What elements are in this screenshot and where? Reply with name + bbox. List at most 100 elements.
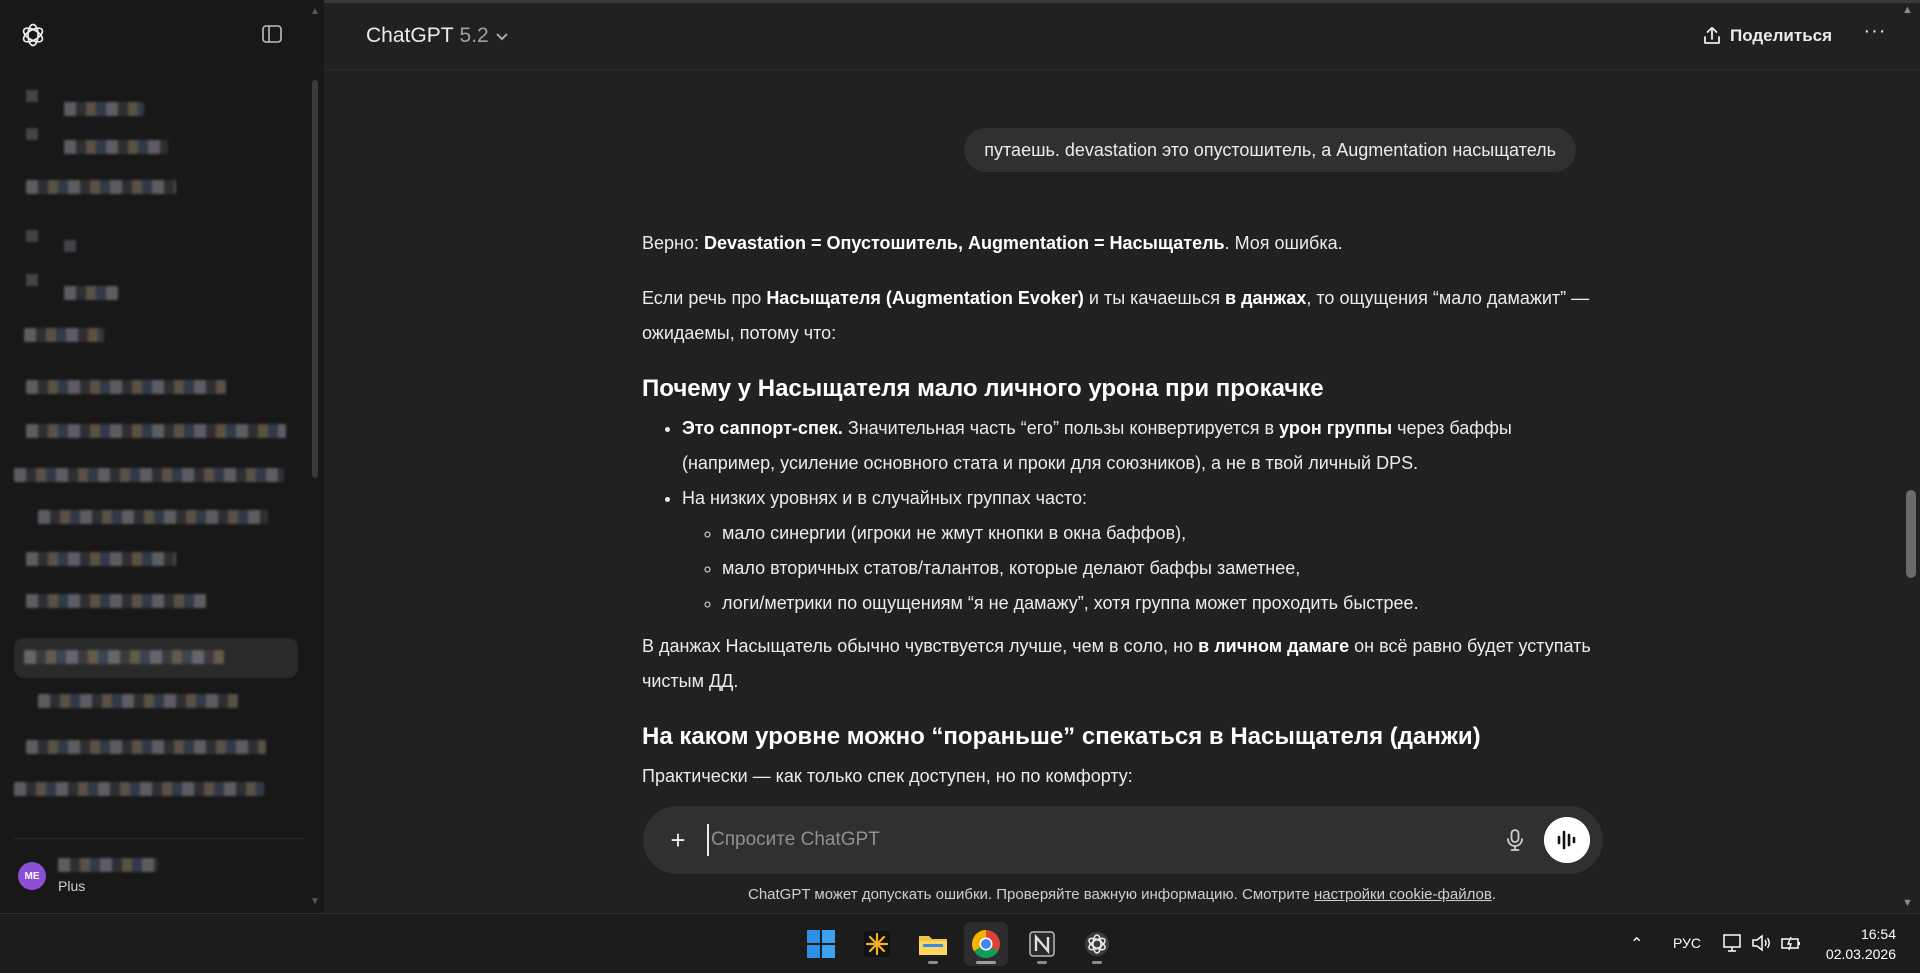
- redacted-block: [26, 90, 38, 102]
- redacted-chat-title: [26, 740, 266, 754]
- model-picker-button[interactable]: ChatGPT 5.2: [366, 22, 509, 50]
- sidebar-divider: [14, 838, 304, 839]
- main-scroll-up-icon[interactable]: ▲: [1902, 4, 1913, 16]
- chatgpt-app-icon: [1085, 932, 1109, 956]
- more-options-icon[interactable]: ···: [1860, 20, 1890, 50]
- redacted-chat-title: [26, 552, 176, 566]
- sidebar-scroll-up-icon[interactable]: ▲: [310, 6, 320, 17]
- redacted-chat-title: [64, 140, 168, 154]
- sidebar-toggle-icon[interactable]: [261, 24, 283, 44]
- bold-span: Насыщателя (Augmentation Evoker): [766, 288, 1084, 308]
- redacted-chat-title: [26, 594, 206, 608]
- clock-date: 02.03.2026: [1825, 946, 1896, 962]
- volume-icon[interactable]: [1750, 932, 1772, 954]
- app-active-indicator: [976, 961, 996, 964]
- chat-history-item[interactable]: [14, 772, 298, 812]
- cookie-settings-link[interactable]: настройки cookie-файлов: [1314, 886, 1492, 903]
- input-language-indicator[interactable]: РУС: [1673, 935, 1701, 951]
- sidebar-scroll-down-icon[interactable]: ▼: [310, 896, 320, 907]
- chat-history-item[interactable]: [14, 584, 298, 624]
- user-plan-label: Plus: [58, 878, 86, 894]
- text-span: В данжах Насыщатель обычно чувствуется л…: [642, 636, 1199, 656]
- bold-span: в данжах: [1225, 288, 1307, 308]
- folder-icon: [919, 936, 947, 955]
- text-span: Если речь про: [642, 288, 767, 308]
- model-version: 5.2: [459, 24, 489, 47]
- answer-sublist: мало синергии (игроки не жмут кнопки в о…: [682, 516, 1602, 621]
- windows-taskbar: ⌃ РУС 16:54 02.03.2026: [0, 913, 1920, 973]
- chat-history-item[interactable]: [14, 272, 298, 312]
- share-label: Поделиться: [1730, 26, 1833, 45]
- add-attachment-icon[interactable]: +: [663, 825, 693, 855]
- chat-history-list: [14, 80, 300, 840]
- taskbar-app-chrome[interactable]: [964, 922, 1008, 966]
- network-icon[interactable]: [1722, 932, 1744, 954]
- taskbar-app-chatgpt[interactable]: [1075, 922, 1119, 966]
- list-item: Это саппорт-спек. Значительная часть “ег…: [682, 411, 1602, 481]
- chevron-down-icon: [496, 33, 508, 41]
- sidebar: ▲ ▼ ME Plus: [0, 0, 324, 913]
- conversation-area: путаешь. devastation это опустошитель, а…: [324, 70, 1896, 800]
- redacted-chat-title: [26, 380, 226, 394]
- main-scrollbar[interactable]: [1906, 490, 1916, 578]
- show-hidden-icons-chevron-up-icon[interactable]: ⌃: [1630, 934, 1643, 954]
- list-item: На низких уровнях и в случайных группах …: [682, 481, 1602, 621]
- user-account-button[interactable]: ME Plus: [14, 852, 304, 904]
- disclaimer-end: .: [1491, 886, 1496, 903]
- text-span: Значительная часть “его” пользы конверти…: [842, 418, 1280, 438]
- openai-logo-icon[interactable]: [20, 22, 46, 48]
- taskbar-app-notion[interactable]: [1020, 922, 1064, 966]
- chat-history-item[interactable]: [14, 684, 298, 724]
- bold-span: урон группы: [1279, 418, 1393, 438]
- redacted-chat-title: [14, 782, 264, 796]
- microphone-icon[interactable]: [1501, 826, 1529, 854]
- chat-history-item[interactable]: [14, 542, 298, 582]
- disclaimer-text: ChatGPT может допускать ошибки. Проверяй…: [748, 886, 1314, 903]
- app-running-indicator: [928, 961, 938, 964]
- list-item: мало вторичных статов/талантов, которые …: [722, 551, 1602, 586]
- answer-heading: На каком уровне можно “пораньше” спекать…: [642, 723, 1481, 750]
- prompt-input[interactable]: [707, 824, 1467, 856]
- share-button[interactable]: Поделиться: [1702, 22, 1832, 50]
- chat-history-item[interactable]: [14, 370, 298, 410]
- chat-history-item[interactable]: [14, 458, 298, 498]
- composer: +: [643, 806, 1603, 874]
- battery-icon[interactable]: [1780, 932, 1802, 954]
- redacted-block: [26, 274, 38, 286]
- chat-history-item[interactable]: [14, 324, 298, 364]
- redacted-chat-title: [26, 424, 286, 438]
- sidebar-scrollbar[interactable]: [312, 80, 318, 478]
- windows-start-button[interactable]: [799, 922, 843, 966]
- redacted-chat-title: [26, 180, 176, 194]
- voice-mode-icon[interactable]: [1544, 817, 1590, 863]
- system-clock[interactable]: 16:54 02.03.2026: [1820, 924, 1896, 964]
- assistant-message: Верно: Devastation = Опустошитель, Augme…: [642, 226, 1602, 800]
- windows-logo-icon: [807, 930, 835, 958]
- answer-paragraph: Практически — как только спек доступен, …: [642, 766, 1133, 786]
- header: ChatGPT 5.2 Поделиться ···: [324, 0, 1920, 70]
- chat-history-item[interactable]: [14, 176, 298, 216]
- taskbar-app-file-explorer[interactable]: [911, 922, 955, 966]
- notion-icon: [1029, 931, 1055, 957]
- text-span: . Моя ошибка.: [1224, 233, 1343, 253]
- list-item: мало синергии (игроки не жмут кнопки в о…: [722, 516, 1602, 551]
- text-span: На низких уровнях и в случайных группах …: [682, 488, 1088, 508]
- chat-history-item-active[interactable]: [14, 638, 298, 678]
- answer-paragraph: Верно: Devastation = Опустошитель, Augme…: [642, 226, 1602, 261]
- text-span: Верно:: [642, 233, 704, 253]
- chat-history-item[interactable]: [14, 124, 298, 164]
- chat-history-item[interactable]: [14, 500, 298, 540]
- chat-history-item[interactable]: [14, 414, 298, 454]
- taskbar-app-spark[interactable]: [855, 922, 899, 966]
- redacted-block: [64, 240, 76, 252]
- redacted-block: [26, 128, 38, 140]
- chat-history-item[interactable]: [14, 226, 298, 266]
- redacted-chat-title: [24, 650, 224, 664]
- list-item: логи/метрики по ощущениям “я не дамажу”,…: [722, 586, 1602, 621]
- chat-history-item[interactable]: [14, 84, 298, 124]
- user-message-bubble: путаешь. devastation это опустошитель, а…: [964, 128, 1576, 172]
- text-span: и ты качаешься: [1083, 288, 1225, 308]
- model-name: ChatGPT: [366, 24, 454, 47]
- chat-history-item[interactable]: [14, 730, 298, 770]
- share-icon: [1704, 26, 1720, 44]
